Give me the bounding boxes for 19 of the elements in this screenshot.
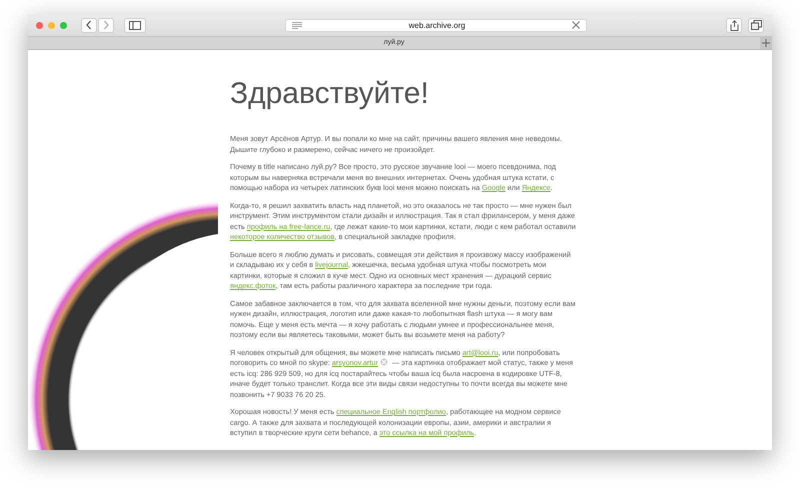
url-text: web.archive.org bbox=[408, 20, 466, 30]
tabs-icon bbox=[750, 20, 762, 30]
page-heading: Здравствуйте! bbox=[230, 76, 430, 112]
tabs-button[interactable] bbox=[748, 18, 764, 32]
clear-icon[interactable] bbox=[572, 21, 580, 29]
sidebar-button[interactable] bbox=[124, 18, 146, 32]
share-icon bbox=[730, 20, 738, 30]
address-bar[interactable]: web.archive.org bbox=[285, 18, 587, 32]
chevron-left-icon bbox=[85, 20, 93, 30]
status-icon bbox=[380, 358, 388, 366]
share-button[interactable] bbox=[726, 18, 742, 32]
reader-icon[interactable] bbox=[292, 22, 302, 28]
chevron-right-icon bbox=[102, 20, 110, 30]
sidebar-icon bbox=[129, 20, 141, 30]
plus-icon bbox=[762, 39, 770, 47]
close-button[interactable] bbox=[36, 22, 43, 28]
back-button[interactable] bbox=[81, 18, 97, 32]
zoom-button[interactable] bbox=[60, 22, 67, 28]
new-tab-button[interactable] bbox=[760, 37, 772, 49]
